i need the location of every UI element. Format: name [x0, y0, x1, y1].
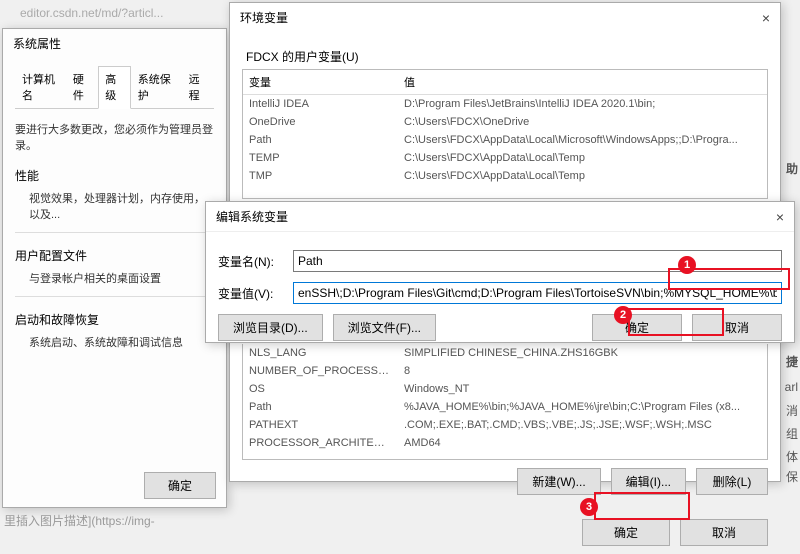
table-row[interactable]: OSWindows_NT — [243, 380, 767, 398]
envvars-title: 环境变量 — [240, 9, 288, 26]
callout-3: 3 — [580, 498, 598, 516]
callout-2: 2 — [614, 306, 632, 324]
tab-advanced[interactable]: 高级 — [98, 66, 130, 109]
table-row[interactable]: NUMBER_OF_PROCESSORS8 — [243, 362, 767, 380]
var-value-label: 变量值(V): — [218, 285, 293, 302]
browse-dir-button[interactable]: 浏览目录(D)... — [218, 314, 323, 341]
var-value-input[interactable] — [293, 282, 782, 304]
tab-sysprotect[interactable]: 系统保护 — [131, 66, 182, 108]
new-button[interactable]: 新建(W)... — [517, 468, 600, 495]
table-row[interactable]: TEMPC:\Users\FDCX\AppData\Local\Temp — [243, 149, 767, 167]
side-x4: 保 — [786, 468, 798, 485]
callout-1: 1 — [678, 256, 696, 274]
sysprops-tabs: 计算机名 硬件 高级 系统保护 远程 — [15, 66, 214, 109]
userprofile-title: 用户配置文件 — [15, 247, 214, 264]
side-a: arl — [785, 380, 798, 394]
user-vars-label: FDCX 的用户变量(U) — [246, 48, 768, 65]
tab-hardware[interactable]: 硬件 — [66, 66, 98, 108]
userprofile-text: 与登录帐户相关的桌面设置 — [29, 270, 214, 286]
edit-sys-var-dialog: 编辑系统变量 × 变量名(N): 变量值(V): 浏览目录(D)... 浏览文件… — [205, 201, 795, 343]
var-name-input[interactable] — [293, 250, 782, 272]
address-hint: editor.csdn.net/md/?articl... — [20, 6, 163, 20]
perf-text: 视觉效果，处理器计划，内存使用，以及... — [29, 190, 214, 222]
side-x3: 体 — [786, 448, 798, 465]
table-row[interactable]: OneDriveC:\Users\FDCX\OneDrive — [243, 113, 767, 131]
close-icon[interactable]: × — [762, 10, 770, 26]
side-quick: 捷 — [786, 353, 798, 370]
tab-remote[interactable]: 远程 — [182, 66, 214, 108]
user-vars-list[interactable]: 变量 值 IntelliJ IDEAD:\Program Files\JetBr… — [242, 69, 768, 199]
edit-button[interactable]: 编辑(I)... — [611, 468, 686, 495]
side-x1: 消 — [786, 402, 798, 419]
tab-computername[interactable]: 计算机名 — [15, 66, 66, 108]
sysprops-intro: 要进行大多数更改，您必须作为管理员登录。 — [15, 121, 214, 153]
editvar-ok-button[interactable]: 确定 — [592, 314, 682, 341]
table-row[interactable]: PATHEXT.COM;.EXE;.BAT;.CMD;.VBS;.VBE;.JS… — [243, 416, 767, 434]
table-row[interactable]: IntelliJ IDEAD:\Program Files\JetBrains\… — [243, 95, 767, 113]
system-properties-dialog: 系统属性 计算机名 硬件 高级 系统保护 远程 要进行大多数更改，您必须作为管理… — [2, 28, 227, 508]
startup-text: 系统启动、系统故障和调试信息 — [29, 334, 214, 350]
editvar-cancel-button[interactable]: 取消 — [692, 314, 782, 341]
col-header-value[interactable]: 值 — [398, 70, 767, 94]
delete-button[interactable]: 删除(L) — [696, 468, 768, 495]
col-header-name[interactable]: 变量 — [243, 70, 398, 94]
editvar-title: 编辑系统变量 — [216, 208, 288, 225]
table-row[interactable]: TMPC:\Users\FDCX\AppData\Local\Temp — [243, 167, 767, 185]
table-row[interactable]: PROCESSOR_ARCHITECTUREAMD64 — [243, 434, 767, 452]
sysprops-title: 系统属性 — [3, 29, 226, 58]
side-x2: 组 — [786, 425, 798, 442]
startup-title: 启动和故障恢复 — [15, 311, 214, 328]
table-row[interactable]: Path%JAVA_HOME%\bin;%JAVA_HOME%\jre\bin;… — [243, 398, 767, 416]
table-row[interactable]: PathC:\Users\FDCX\AppData\Local\Microsof… — [243, 131, 767, 149]
placeholder-hint: 里插入图片描述](https://img- — [4, 512, 155, 529]
browse-file-button[interactable]: 浏览文件(F)... — [333, 314, 436, 341]
envvars-ok-button[interactable]: 确定 — [582, 519, 670, 546]
sys-vars-list[interactable]: NLS_LANGSIMPLIFIED CHINESE_CHINA.ZHS16GB… — [242, 344, 768, 460]
sysprops-ok-button[interactable]: 确定 — [144, 472, 216, 499]
perf-title: 性能 — [15, 167, 214, 184]
var-name-label: 变量名(N): — [218, 253, 293, 270]
envvars-cancel-button[interactable]: 取消 — [680, 519, 768, 546]
close-icon[interactable]: × — [776, 209, 784, 225]
side-help: 助 — [786, 160, 798, 177]
